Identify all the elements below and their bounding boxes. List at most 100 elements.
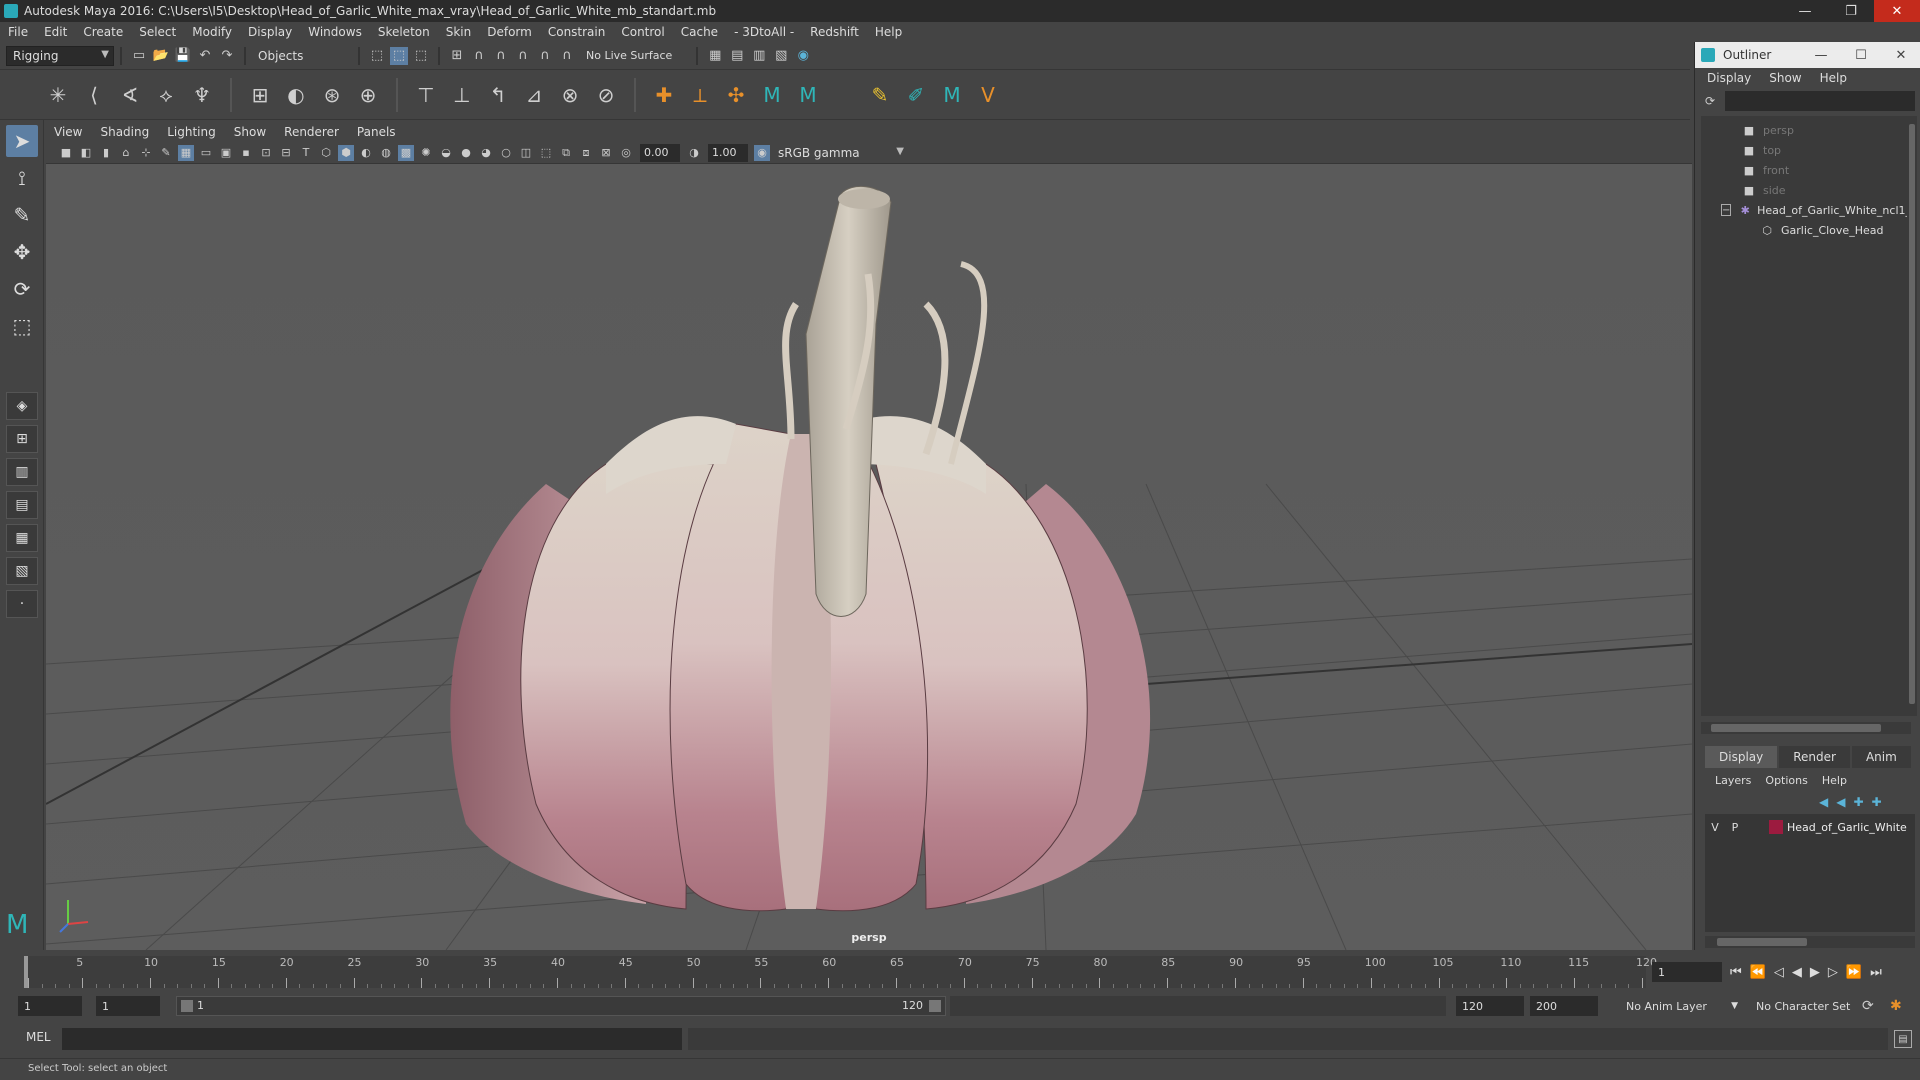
layer-menu-layers[interactable]: Layers — [1715, 774, 1751, 787]
paint-select-icon[interactable]: ✎ — [6, 199, 38, 231]
maximize-button[interactable]: ❐ — [1828, 0, 1874, 22]
outliner-item-persp[interactable]: ■ persp — [1701, 120, 1911, 140]
menu-help[interactable]: Help — [875, 25, 902, 39]
animation-start-field[interactable]: 1 — [18, 996, 82, 1016]
menu-create[interactable]: Create — [83, 25, 123, 39]
play-backwards-icon[interactable]: ◀ — [1792, 965, 1802, 980]
animation-end-field[interactable]: 200 — [1530, 996, 1598, 1016]
menuset-dropdown[interactable]: Rigging ▼ — [6, 45, 114, 66]
outliner-item-side[interactable]: ■ side — [1701, 180, 1911, 200]
snap-live-icon[interactable]: ∩ — [558, 47, 576, 65]
perspective-viewport[interactable]: persp — [46, 164, 1692, 950]
go-to-start-icon[interactable]: ⏮ — [1730, 965, 1742, 980]
tab-anim[interactable]: Anim — [1851, 746, 1911, 768]
layer-color-swatch[interactable] — [1769, 820, 1783, 834]
menu-3dtoall[interactable]: - 3DtoAll - — [734, 25, 794, 39]
camera-select-icon[interactable]: ■ — [58, 145, 74, 161]
step-forward-frame-icon[interactable]: ▷ — [1828, 965, 1838, 980]
move-tool-icon[interactable]: ✥ — [6, 236, 38, 268]
menu-skin[interactable]: Skin — [446, 25, 472, 39]
lattice-icon[interactable]: ⊛ — [318, 81, 346, 109]
selection-mode-dropdown[interactable]: Objects — [252, 45, 352, 66]
menu-skeleton[interactable]: Skeleton — [378, 25, 430, 39]
isolate-select-icon[interactable]: ⬚ — [538, 145, 554, 161]
outliner-vertical-scrollbar[interactable] — [1907, 116, 1917, 716]
scale-tool-icon[interactable]: ⬚ — [6, 310, 38, 342]
select-object-icon[interactable]: ⬚ — [390, 46, 408, 65]
gamma-icon[interactable]: ◑ — [686, 145, 702, 161]
outliner-item-mesh[interactable]: ⬡ Garlic_Clove_Head — [1701, 220, 1911, 240]
select-tool-icon[interactable]: ➤ — [6, 125, 38, 157]
four-view-layout-icon[interactable]: ⊞ — [6, 425, 38, 453]
blank-shelf-icon[interactable] — [830, 81, 858, 109]
character-set-dropdown[interactable]: No Character Set — [1750, 996, 1862, 1016]
menu-deform[interactable]: Deform — [487, 25, 532, 39]
safe-title-icon[interactable]: T — [298, 145, 314, 161]
menu-file[interactable]: File — [8, 25, 28, 39]
layer-visibility-toggle[interactable]: V — [1705, 821, 1725, 834]
script-language-toggle[interactable]: MEL — [26, 1030, 51, 1044]
color-management-icon[interactable]: ◉ — [754, 144, 770, 161]
playback-end-field[interactable]: 120 — [1456, 996, 1524, 1016]
grease-pencil-icon[interactable]: ✎ — [158, 145, 174, 161]
command-input[interactable] — [62, 1028, 682, 1050]
layer-menu-help[interactable]: Help — [1822, 774, 1847, 787]
mudbox-send-icon[interactable]: M — [794, 81, 822, 109]
field-chart-icon[interactable]: ⊡ — [258, 145, 274, 161]
outliner-item-group[interactable]: − ✱ Head_of_Garlic_White_ncl1_ — [1701, 200, 1911, 220]
render-settings-icon[interactable]: ▧ — [772, 47, 790, 65]
ik-handle-icon[interactable]: ∢ — [116, 81, 144, 109]
joint-orient-icon[interactable]: ⟂ — [686, 81, 714, 109]
outliner-minimize-icon[interactable]: — — [1801, 42, 1841, 68]
vp-menu-shading[interactable]: Shading — [100, 125, 149, 139]
range-slider[interactable]: 1 120 — [176, 996, 946, 1016]
gate-mask-icon[interactable]: ▪ — [238, 145, 254, 161]
default-material-icon[interactable]: ◐ — [358, 145, 374, 161]
vp-menu-lighting[interactable]: Lighting — [167, 125, 216, 139]
shadows-icon[interactable]: ◒ — [438, 145, 454, 161]
outliner-item-top[interactable]: ■ top — [1701, 140, 1911, 160]
lasso-tool-icon[interactable]: ⟟ — [6, 162, 38, 194]
outliner-menu-help[interactable]: Help — [1820, 71, 1847, 85]
select-hierarchy-icon[interactable]: ⬚ — [368, 47, 386, 65]
menu-edit[interactable]: Edit — [44, 25, 67, 39]
vp-menu-view[interactable]: View — [54, 125, 82, 139]
hypershade-icon[interactable]: ◉ — [794, 47, 812, 65]
range-start-handle[interactable] — [181, 1000, 193, 1012]
mash-icon[interactable]: M — [938, 81, 966, 109]
move-layer-down-icon[interactable]: ◀ — [1836, 795, 1845, 809]
grid-toggle-icon[interactable]: ▦ — [178, 144, 194, 161]
exposure-icon[interactable]: ◎ — [618, 145, 634, 161]
mudbox-icon[interactable]: M — [758, 81, 786, 109]
new-layer-selected-icon[interactable]: ✚ — [1872, 795, 1882, 809]
xray-components-icon[interactable]: ⊠ — [598, 145, 614, 161]
tab-display[interactable]: Display — [1705, 746, 1778, 768]
parent-constraint-icon[interactable]: ⊤ — [412, 81, 440, 109]
vp-menu-renderer[interactable]: Renderer — [284, 125, 339, 139]
outliner-item-front[interactable]: ■ front — [1701, 160, 1911, 180]
smooth-shade-icon[interactable]: ⬢ — [338, 144, 354, 161]
render-view-icon[interactable]: ▦ — [706, 47, 724, 65]
menu-cache[interactable]: Cache — [681, 25, 718, 39]
time-slider-track[interactable]: 5 10 15 20 25 30 35 40 45 50 55 60 65 70 75 80 85 90 95 100… — [24, 956, 1657, 988]
playback-start-field[interactable]: 1 — [96, 996, 160, 1016]
use-all-lights-icon[interactable]: ✺ — [418, 145, 434, 161]
paint-weights-icon[interactable]: ◐ — [282, 81, 310, 109]
vp-menu-show[interactable]: Show — [234, 125, 266, 139]
scale-constraint-icon[interactable]: ⊿ — [520, 81, 548, 109]
pole-vector-icon[interactable]: ⊘ — [592, 81, 620, 109]
screen-ao-icon[interactable]: ● — [458, 145, 474, 161]
persp-graph-layout-icon[interactable]: ▤ — [6, 491, 38, 519]
motion-blur-icon[interactable]: ◕ — [478, 145, 494, 161]
render-current-icon[interactable]: ▤ — [728, 47, 746, 65]
close-button[interactable]: ✕ — [1874, 0, 1920, 22]
tab-render[interactable]: Render — [1779, 746, 1850, 768]
menu-windows[interactable]: Windows — [308, 25, 362, 39]
new-layer-icon[interactable]: ✚ — [1853, 795, 1863, 809]
textured-icon[interactable]: ▩ — [398, 144, 414, 161]
menu-redshift[interactable]: Redshift — [810, 25, 859, 39]
redo-icon[interactable]: ↷ — [218, 47, 236, 65]
insert-joint-icon[interactable]: ⟨ — [80, 81, 108, 109]
skeleton-mirror-icon[interactable]: ✣ — [722, 81, 750, 109]
step-back-key-icon[interactable]: ⏪ — [1750, 965, 1766, 980]
